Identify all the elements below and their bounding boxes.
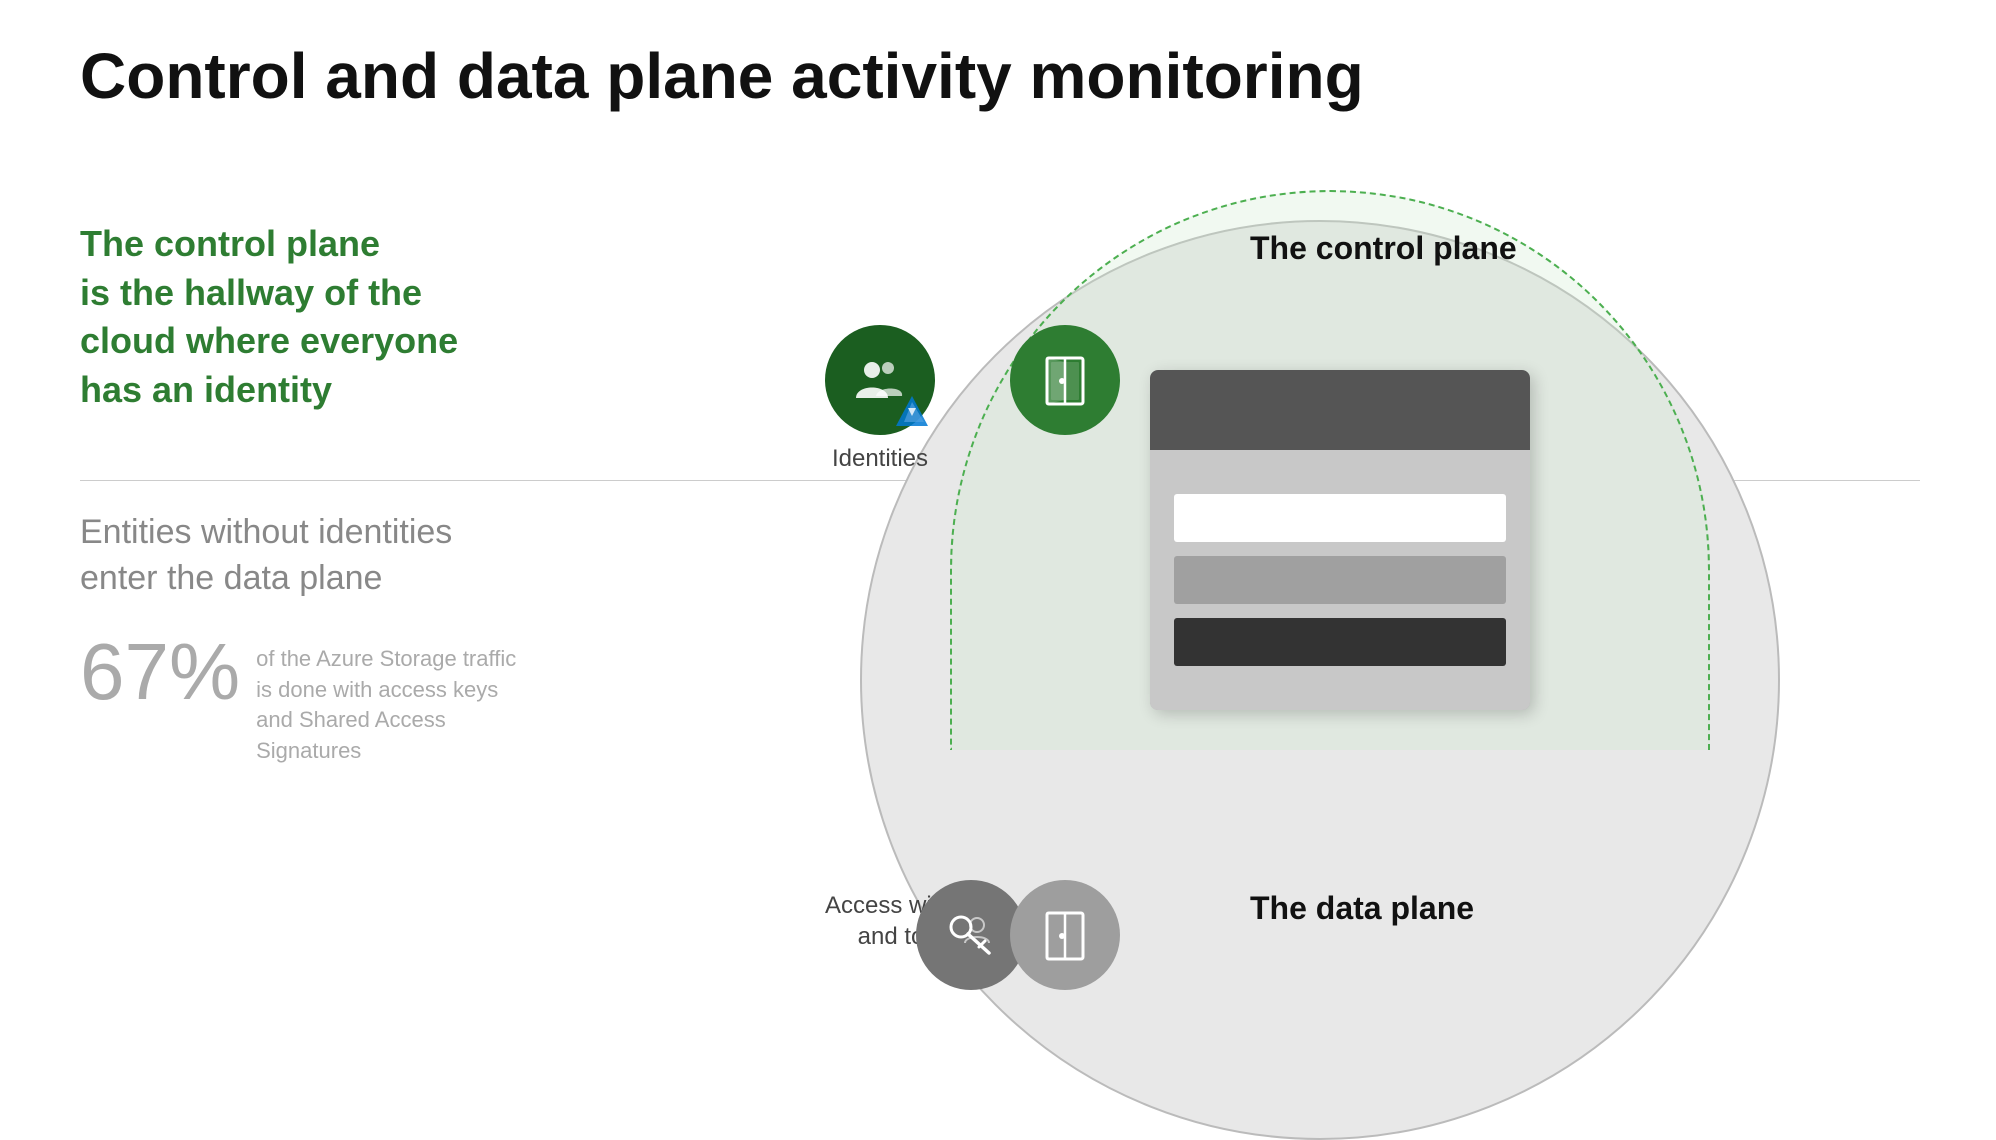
data-plane-section: Entities without identities enter the da… xyxy=(80,510,620,767)
document-card xyxy=(1150,370,1530,710)
azure-logo xyxy=(894,394,930,430)
percentage-description: of the Azure Storage traffic is done wit… xyxy=(256,632,536,767)
door-icon-bottom-svg xyxy=(1035,905,1095,965)
identities-label: Identities xyxy=(825,445,935,473)
card-row-white xyxy=(1174,494,1506,542)
control-plane-label: The control plane xyxy=(1250,230,1517,267)
card-row-dark xyxy=(1174,618,1506,666)
door-icon-circle-bottom xyxy=(1010,880,1120,990)
control-plane-heading: The control plane is the hallway of the … xyxy=(80,220,640,414)
keys-icon-container: Access with keys and tokens xyxy=(825,880,1008,952)
page-title: Control and data plane activity monitori… xyxy=(80,40,1364,114)
card-body xyxy=(1150,450,1530,710)
left-panel: The control plane is the hallway of the … xyxy=(80,220,640,434)
door-icon-top-svg xyxy=(1035,350,1095,410)
entities-text: Entities without identities enter the da… xyxy=(80,510,620,602)
diagram-container: The control plane The data plane Identit… xyxy=(660,170,1920,970)
identities-icon-container: Identities xyxy=(825,325,935,473)
identities-icon-circle xyxy=(825,325,935,435)
door-icon-circle-top xyxy=(1010,325,1120,435)
card-header xyxy=(1150,370,1530,450)
card-row-gray xyxy=(1174,556,1506,604)
keys-icon xyxy=(941,905,1001,965)
percentage-number: 67% xyxy=(80,632,240,712)
percentage-row: 67% of the Azure Storage traffic is done… xyxy=(80,632,620,767)
azure-badge xyxy=(894,394,930,430)
data-plane-label: The data plane xyxy=(1250,890,1474,927)
